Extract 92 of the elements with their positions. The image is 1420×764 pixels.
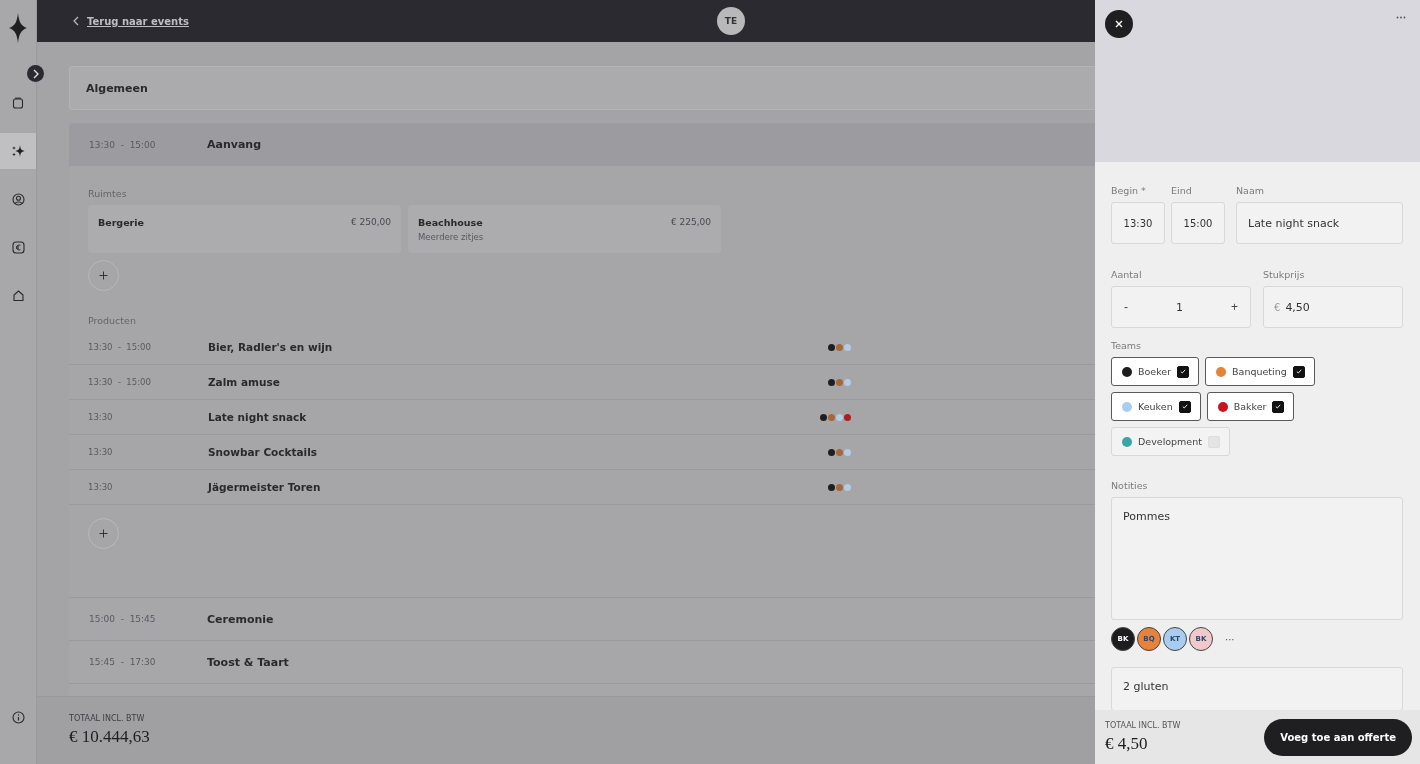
more-options-icon[interactable] bbox=[1396, 16, 1406, 19]
field-label: Begin * bbox=[1111, 185, 1147, 196]
section-card[interactable]: Algemeen bbox=[69, 66, 1095, 110]
product-row[interactable]: 13:30 Late night snack bbox=[69, 400, 1095, 435]
section-header[interactable]: 13:30 - 15:00 Aanvang bbox=[69, 123, 1095, 166]
total-label: TOTAAL INCL. BTW bbox=[1105, 720, 1181, 730]
section-title: Toost & Taart bbox=[207, 655, 289, 669]
price-value[interactable]: 4,50 bbox=[1280, 300, 1310, 314]
jar-icon bbox=[12, 97, 24, 109]
check-icon bbox=[1180, 369, 1187, 374]
room-name: Beachhouse bbox=[418, 217, 484, 228]
end-time-field[interactable]: 15:00 bbox=[1171, 202, 1225, 244]
total-label: TOTAAL INCL. BTW bbox=[69, 714, 146, 723]
product-time: 13:30 - 15:00 bbox=[88, 342, 152, 352]
section-title: Algemeen bbox=[86, 81, 148, 95]
field-label: Stukprijs bbox=[1263, 269, 1306, 280]
field-label: Aantal bbox=[1111, 269, 1143, 280]
field-label: Eind bbox=[1171, 185, 1193, 196]
team-chip[interactable]: Development bbox=[1111, 427, 1230, 456]
increment-button[interactable]: + bbox=[1230, 300, 1238, 314]
team-chip[interactable]: Keuken bbox=[1111, 392, 1201, 421]
total-amount: € 4,50 bbox=[1105, 733, 1149, 754]
time-range: 13:30 - 15:00 bbox=[89, 139, 157, 150]
sparkle-icon bbox=[11, 144, 25, 158]
chevron-right-icon bbox=[31, 68, 40, 79]
quantity-value: 1 bbox=[1176, 300, 1183, 314]
notes-field[interactable]: Pommes bbox=[1111, 497, 1403, 620]
time-range: 15:00 - 15:45 bbox=[89, 614, 157, 624]
team-name: Bakker bbox=[1233, 401, 1267, 412]
room-card[interactable]: Bergerie € 250,00 bbox=[88, 205, 401, 253]
check-icon bbox=[1181, 404, 1188, 409]
user-icon bbox=[11, 192, 25, 206]
team-chip[interactable]: Boeker bbox=[1111, 357, 1200, 386]
team-name: Banqueting bbox=[1232, 366, 1287, 377]
field-label: Naam bbox=[1236, 185, 1265, 196]
home-icon bbox=[11, 288, 25, 302]
chevron-left-icon bbox=[73, 16, 79, 26]
info-icon[interactable] bbox=[11, 711, 25, 724]
begin-time-field[interactable]: 13:30 bbox=[1111, 202, 1165, 244]
product-name: Bier, Radler's en wijn bbox=[208, 341, 334, 353]
room-name: Bergerie bbox=[98, 217, 144, 228]
sidebar-item[interactable] bbox=[0, 133, 36, 169]
product-time: 13:30 - 15:00 bbox=[88, 377, 152, 387]
team-name: Boeker bbox=[1138, 366, 1172, 377]
products-label: Producten bbox=[88, 315, 137, 326]
team-name: Keuken bbox=[1138, 401, 1173, 412]
user-avatar[interactable]: TE bbox=[717, 7, 745, 35]
currency-symbol: € bbox=[1274, 301, 1281, 313]
product-name: Zalm amuse bbox=[208, 376, 281, 388]
room-subtitle: Meerdere zitjes bbox=[418, 232, 484, 242]
checkbox[interactable] bbox=[1178, 400, 1191, 413]
section-title: Aanvang bbox=[207, 138, 262, 151]
notes-field[interactable]: 2 gluten bbox=[1111, 667, 1403, 710]
checkbox[interactable] bbox=[1177, 365, 1190, 378]
name-field[interactable]: Late night snack bbox=[1236, 202, 1403, 244]
field-label: Teams bbox=[1111, 340, 1143, 351]
product-row[interactable]: 13:30 - 15:00 Zalm amuse bbox=[69, 365, 1095, 400]
room-price: € 225,00 bbox=[670, 217, 711, 229]
close-icon bbox=[1115, 20, 1123, 28]
checkbox[interactable] bbox=[1292, 365, 1305, 378]
product-name: Jägermeister Toren bbox=[208, 481, 322, 493]
room-card[interactable]: Beachhouse Meerdere zitjes € 225,00 bbox=[408, 205, 721, 253]
more-avatars[interactable]: ··· bbox=[1225, 633, 1235, 645]
field-label: Notities bbox=[1111, 480, 1149, 491]
product-name: Late night snack bbox=[208, 411, 308, 423]
room-price: € 250,00 bbox=[350, 217, 391, 229]
product-time: 13:30 bbox=[88, 447, 114, 457]
product-time: 13:30 bbox=[88, 482, 114, 492]
section-title: Ceremonie bbox=[207, 612, 274, 626]
rooms-label: Ruimtes bbox=[88, 188, 128, 199]
time-range: 15:45 - 17:30 bbox=[89, 657, 157, 667]
check-icon bbox=[1275, 404, 1282, 409]
add-to-quote-button[interactable]: Voeg toe aan offerte bbox=[1264, 718, 1412, 756]
total-amount: € 10.444,63 bbox=[69, 727, 151, 747]
close-button[interactable] bbox=[1105, 10, 1133, 38]
plus-icon bbox=[99, 529, 108, 538]
check-icon bbox=[1295, 369, 1302, 374]
expand-sidebar-button[interactable] bbox=[27, 65, 44, 82]
team-chip[interactable]: Banqueting bbox=[1205, 357, 1315, 386]
decrement-button[interactable]: - bbox=[1124, 300, 1128, 314]
plus-icon bbox=[99, 271, 108, 280]
product-row[interactable]: 13:30 Jägermeister Toren bbox=[69, 470, 1095, 505]
product-name: Snowbar Cocktails bbox=[208, 446, 319, 458]
checkbox[interactable] bbox=[1272, 400, 1285, 413]
euro-icon bbox=[11, 240, 25, 254]
team-name: Development bbox=[1138, 436, 1202, 447]
back-link[interactable]: Terug naar events bbox=[73, 15, 189, 27]
product-time: 13:30 bbox=[88, 412, 114, 422]
diamond-logo-icon[interactable] bbox=[9, 13, 27, 43]
team-chip[interactable]: Bakker bbox=[1206, 392, 1295, 421]
product-row[interactable]: 13:30 Snowbar Cocktails bbox=[69, 435, 1095, 470]
product-row[interactable]: 13:30 - 15:00 Bier, Radler's en wijn bbox=[69, 330, 1095, 365]
